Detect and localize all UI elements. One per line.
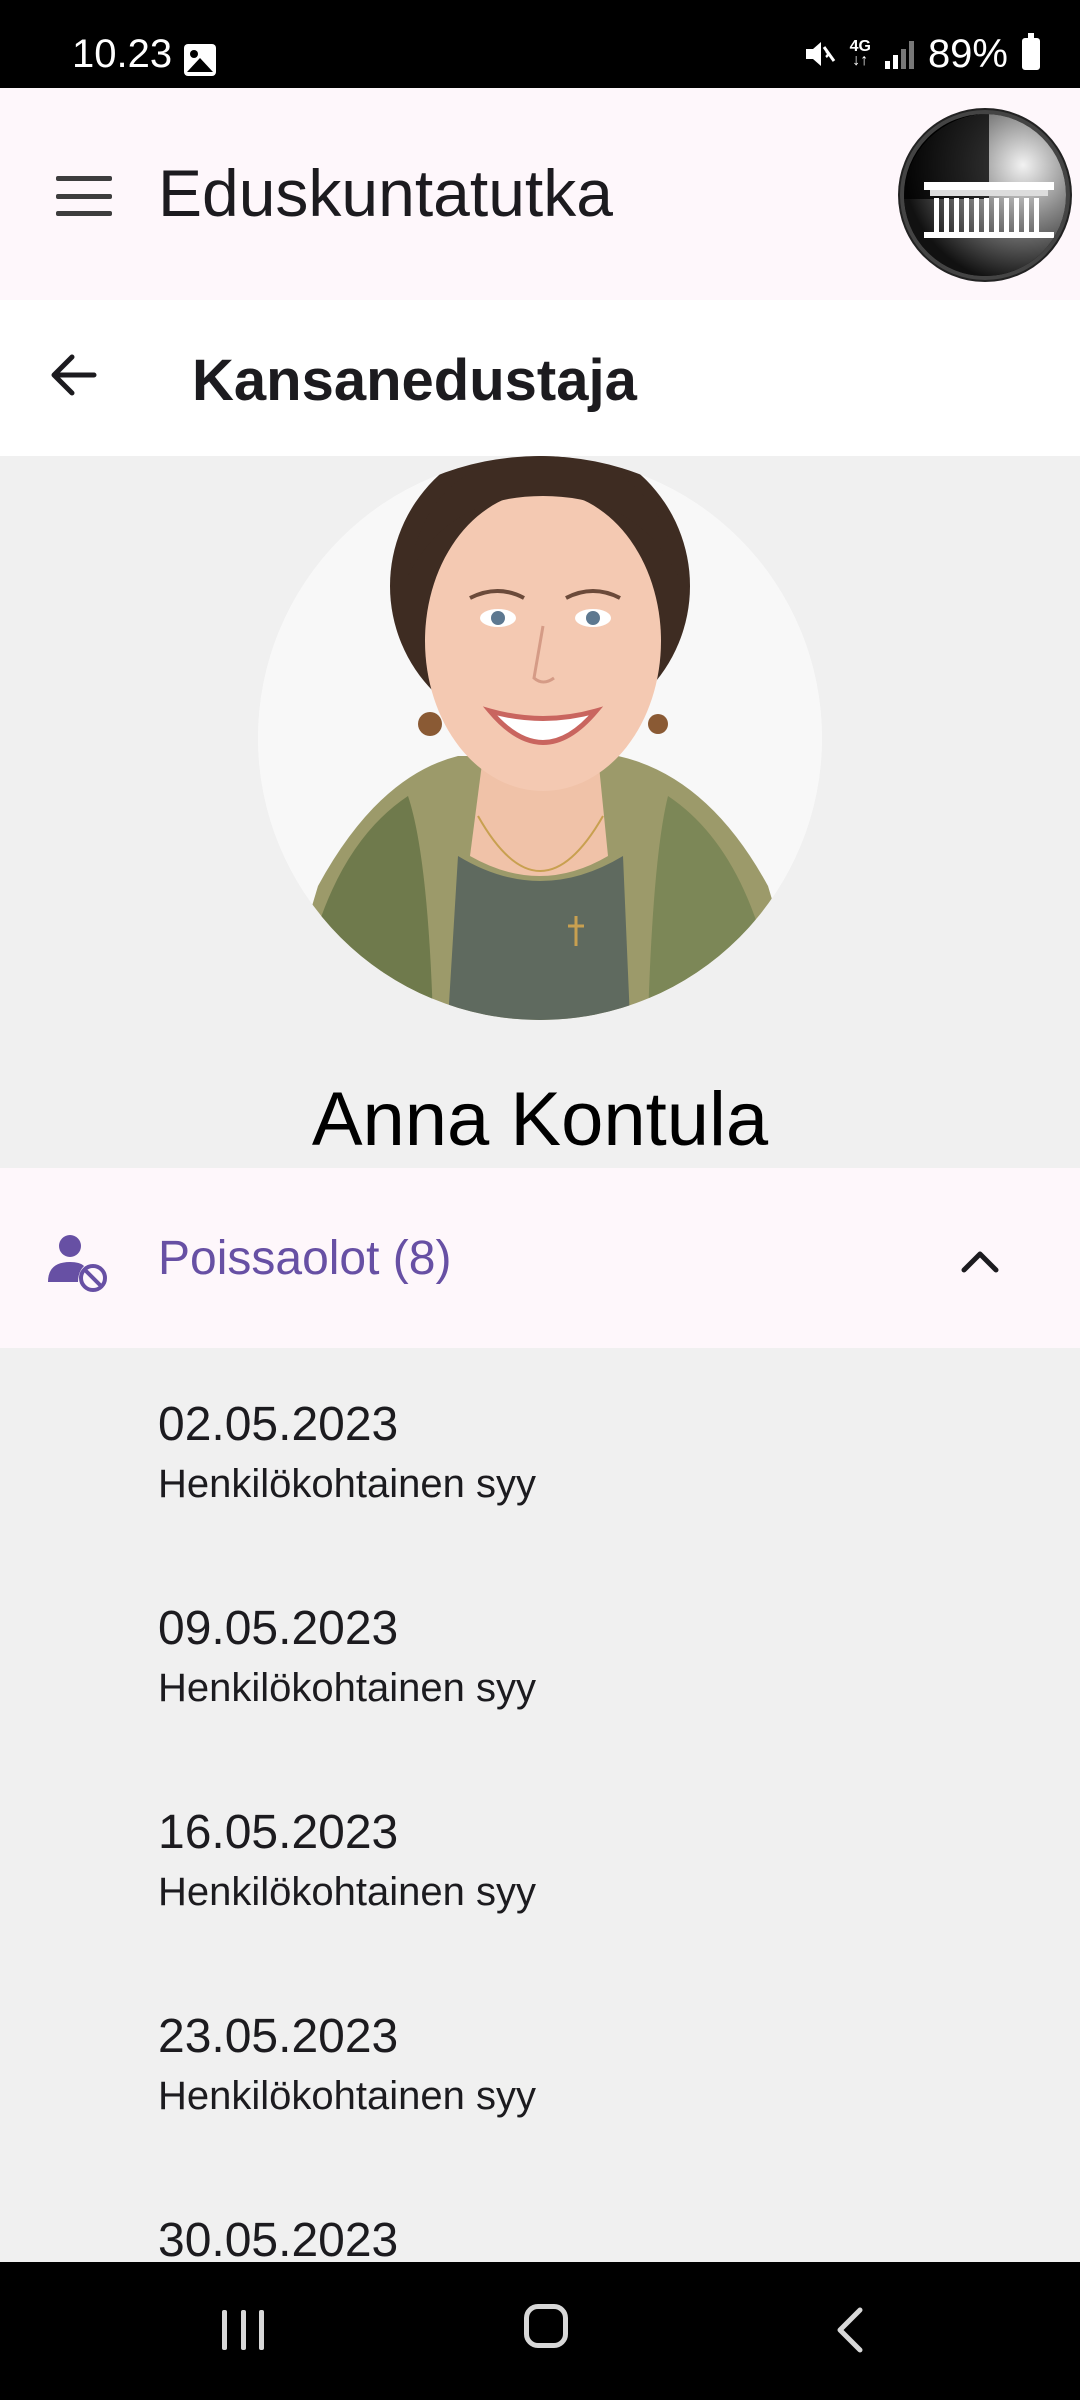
absence-reason: Henkilökohtainen syy bbox=[158, 1461, 536, 1506]
back-arrow-icon[interactable] bbox=[46, 348, 100, 402]
absence-reason: Henkilökohtainen syy bbox=[158, 2073, 536, 2118]
parliament-building-logo[interactable] bbox=[900, 110, 1070, 280]
recent-apps-icon[interactable] bbox=[222, 2310, 264, 2350]
list-item: 09.05.2023 Henkilökohtainen syy bbox=[158, 1600, 958, 1712]
absences-section-title: Poissaolot (8) bbox=[158, 1232, 452, 1285]
gallery-icon bbox=[184, 44, 216, 76]
absences-section-header[interactable]: Poissaolot (8) bbox=[0, 1168, 1080, 1348]
app-top-bar: Eduskuntatutka bbox=[0, 88, 1080, 300]
status-indicators: 4G ↓↑ 89% bbox=[802, 32, 1040, 76]
absence-date: 02.05.2023 bbox=[158, 1398, 399, 1451]
home-icon[interactable] bbox=[524, 2304, 568, 2348]
status-time: 10.23 bbox=[72, 32, 173, 76]
page-title: Kansanedustaja bbox=[192, 348, 637, 413]
absence-reason: Henkilökohtainen syy bbox=[158, 1665, 536, 1710]
battery-percentage: 89% bbox=[927, 32, 1008, 76]
list-item: 30.05.2023 bbox=[158, 2212, 958, 2262]
hamburger-menu-icon[interactable] bbox=[56, 176, 112, 216]
mute-icon bbox=[805, 42, 835, 66]
network-4g-icon: 4G ↓↑ bbox=[849, 38, 871, 69]
page-header: Kansanedustaja bbox=[0, 300, 1080, 456]
back-icon[interactable] bbox=[828, 2304, 872, 2356]
list-item: 02.05.2023 Henkilökohtainen syy bbox=[158, 1396, 958, 1508]
system-navigation-bar bbox=[0, 2262, 1080, 2400]
profile-photo bbox=[258, 456, 822, 1020]
person-name: Anna Kontula bbox=[311, 1077, 769, 1162]
person-absent-icon bbox=[48, 1235, 107, 1292]
list-item: 16.05.2023 Henkilökohtainen syy bbox=[158, 1804, 958, 1916]
app-title: Eduskuntatutka bbox=[158, 156, 613, 230]
battery-icon bbox=[1022, 33, 1040, 70]
profile-section: Anna Kontula bbox=[0, 456, 1080, 1168]
signal-icon bbox=[884, 39, 914, 69]
network-label: 4G bbox=[849, 38, 871, 55]
absence-date: 30.05.2023 bbox=[158, 2214, 399, 2262]
absence-reason: Henkilökohtainen syy bbox=[158, 1869, 536, 1914]
absence-date: 23.05.2023 bbox=[158, 2010, 399, 2063]
absence-date: 09.05.2023 bbox=[158, 1602, 399, 1655]
list-item: 23.05.2023 Henkilökohtainen syy bbox=[158, 2008, 958, 2120]
status-bar: 10.23 4G ↓↑ 89% bbox=[0, 0, 1080, 88]
chevron-up-icon[interactable] bbox=[958, 1240, 1002, 1284]
absences-list[interactable]: 02.05.2023 Henkilökohtainen syy 09.05.20… bbox=[0, 1348, 1080, 2262]
absence-date: 16.05.2023 bbox=[158, 1806, 399, 1859]
